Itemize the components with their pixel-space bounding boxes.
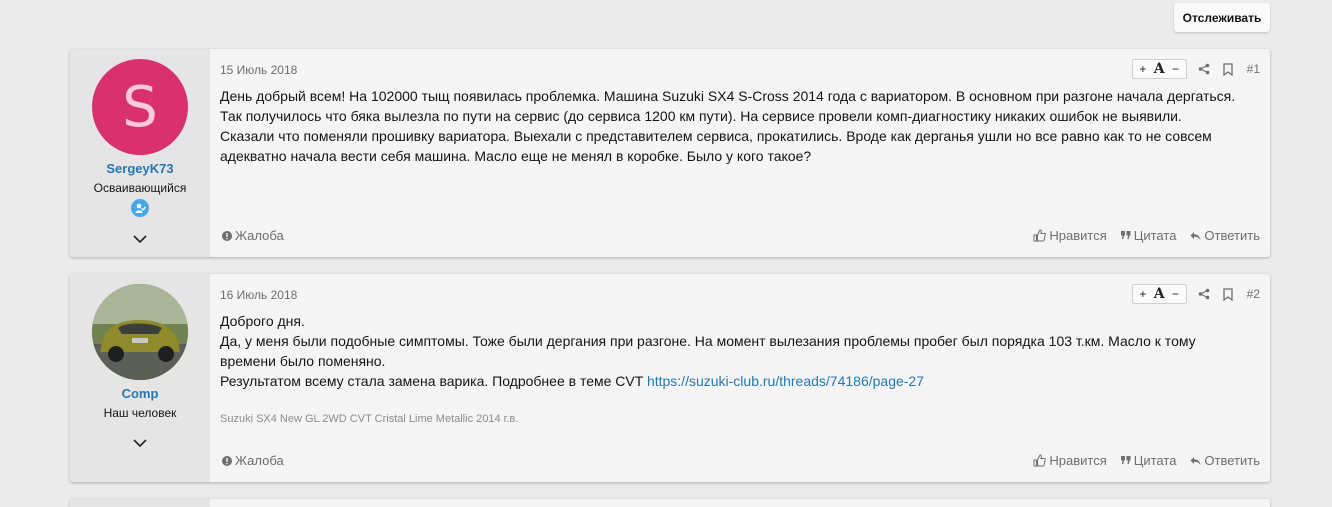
post-user-panel: [70, 499, 210, 507]
bookmark-icon[interactable]: [1221, 287, 1235, 301]
quote-button[interactable]: Цитата: [1120, 228, 1177, 243]
reply-icon: [1190, 456, 1201, 465]
post: [70, 499, 1270, 507]
post-message: День добрый всем! На 102000 тыщ появилас…: [220, 86, 1260, 166]
quote-icon: [1120, 456, 1131, 465]
report-button[interactable]: Жалоба: [222, 228, 284, 243]
share-icon[interactable]: [1197, 62, 1211, 76]
quote-button[interactable]: Цитата: [1120, 453, 1177, 468]
font-decrease-button[interactable]: −: [1172, 62, 1179, 76]
share-icon[interactable]: [1197, 287, 1211, 301]
font-size-icon: A: [1153, 61, 1165, 77]
thumbs-up-icon: [1033, 454, 1047, 467]
user-title: Осваивающийся: [93, 181, 187, 195]
reply-button[interactable]: Ответить: [1190, 453, 1260, 468]
quote-label: Цитата: [1133, 228, 1177, 243]
like-label: Нравится: [1049, 453, 1107, 468]
follow-thread-button[interactable]: Отслеживать: [1174, 3, 1270, 32]
font-size-control[interactable]: + A −: [1131, 284, 1187, 304]
post-number[interactable]: #1: [1247, 62, 1260, 76]
message-line: День добрый всем! На 102000 тыщ появилас…: [220, 88, 1236, 104]
car-photo: [92, 284, 188, 380]
post-user-panel: Comp Наш человек: [70, 274, 210, 482]
post-date[interactable]: 15 Июль 2018: [220, 63, 1260, 77]
message-line: времени было поменяно.: [220, 353, 386, 369]
message-line: Да, у меня были подобные симптомы. Тоже …: [220, 333, 1196, 349]
report-button[interactable]: Жалоба: [222, 453, 284, 468]
font-size-icon: A: [1153, 286, 1165, 302]
report-label: Жалоба: [235, 453, 284, 468]
reply-label: Ответить: [1204, 453, 1260, 468]
avatar[interactable]: [92, 284, 188, 380]
post-body: [210, 499, 1270, 507]
chevron-down-icon[interactable]: [132, 232, 148, 244]
reply-label: Ответить: [1204, 228, 1260, 243]
quote-icon: [1120, 231, 1131, 240]
user-signature: Suzuki SX4 New GL 2WD CVT Cristal Lime M…: [220, 413, 519, 425]
post-tools: + A − #2: [1131, 284, 1260, 304]
post-actions: Жалоба Нравится Цитата Ответить: [222, 453, 1260, 468]
user-badge-icon: [131, 199, 149, 217]
post: Comp Наш человек 16 Июль 2018 + A − #2 Д…: [70, 274, 1270, 482]
like-label: Нравится: [1049, 228, 1107, 243]
post-tools: + A − #1: [1131, 59, 1260, 79]
message-text: Результатом всему стала замена варика. П…: [220, 373, 647, 389]
avatar[interactable]: S: [92, 59, 188, 155]
username[interactable]: Comp: [122, 386, 159, 401]
message-line: Доброго дня.: [220, 313, 305, 329]
post-body: 16 Июль 2018 + A − #2 Доброго дня. Да, у…: [210, 274, 1270, 482]
reply-icon: [1190, 231, 1201, 240]
font-decrease-button[interactable]: −: [1172, 287, 1179, 301]
post: S SergeyK73 Осваивающийся 15 Июль 2018 +…: [70, 49, 1270, 257]
quote-label: Цитата: [1133, 453, 1177, 468]
like-button[interactable]: Нравится: [1033, 228, 1107, 243]
post-date[interactable]: 16 Июль 2018: [220, 288, 1260, 302]
alert-icon: [222, 455, 232, 466]
avatar-letter: S: [122, 74, 158, 140]
post-actions: Жалоба Нравится Цитата Ответить: [222, 228, 1260, 243]
like-button[interactable]: Нравится: [1033, 453, 1107, 468]
chevron-down-icon[interactable]: [132, 436, 148, 448]
font-increase-button[interactable]: +: [1139, 62, 1146, 76]
post-user-panel: S SergeyK73 Осваивающийся: [70, 49, 210, 257]
message-line: Результатом всему стала замена варика. П…: [220, 371, 1260, 391]
message-line: адекватно начала вести себя машина. Масл…: [220, 148, 812, 164]
thread-link[interactable]: https://suzuki-club.ru/threads/74186/pag…: [647, 373, 924, 389]
thumbs-up-icon: [1033, 229, 1047, 242]
post-body: 15 Июль 2018 + A − #1 День добрый всем! …: [210, 49, 1270, 257]
font-increase-button[interactable]: +: [1139, 287, 1146, 301]
message-line: Так получилось что бяка вылезла по пути …: [220, 108, 1182, 124]
alert-icon: [222, 230, 232, 241]
bookmark-icon[interactable]: [1221, 62, 1235, 76]
username[interactable]: SergeyK73: [106, 161, 173, 176]
report-label: Жалоба: [235, 228, 284, 243]
message-line: Сказали что поменяли прошивку вариатора.…: [220, 128, 1212, 144]
font-size-control[interactable]: + A −: [1131, 59, 1187, 79]
reply-button[interactable]: Ответить: [1190, 228, 1260, 243]
post-number[interactable]: #2: [1247, 287, 1260, 301]
post-message: Доброго дня. Да, у меня были подобные си…: [220, 311, 1260, 391]
user-title: Наш человек: [103, 406, 177, 420]
